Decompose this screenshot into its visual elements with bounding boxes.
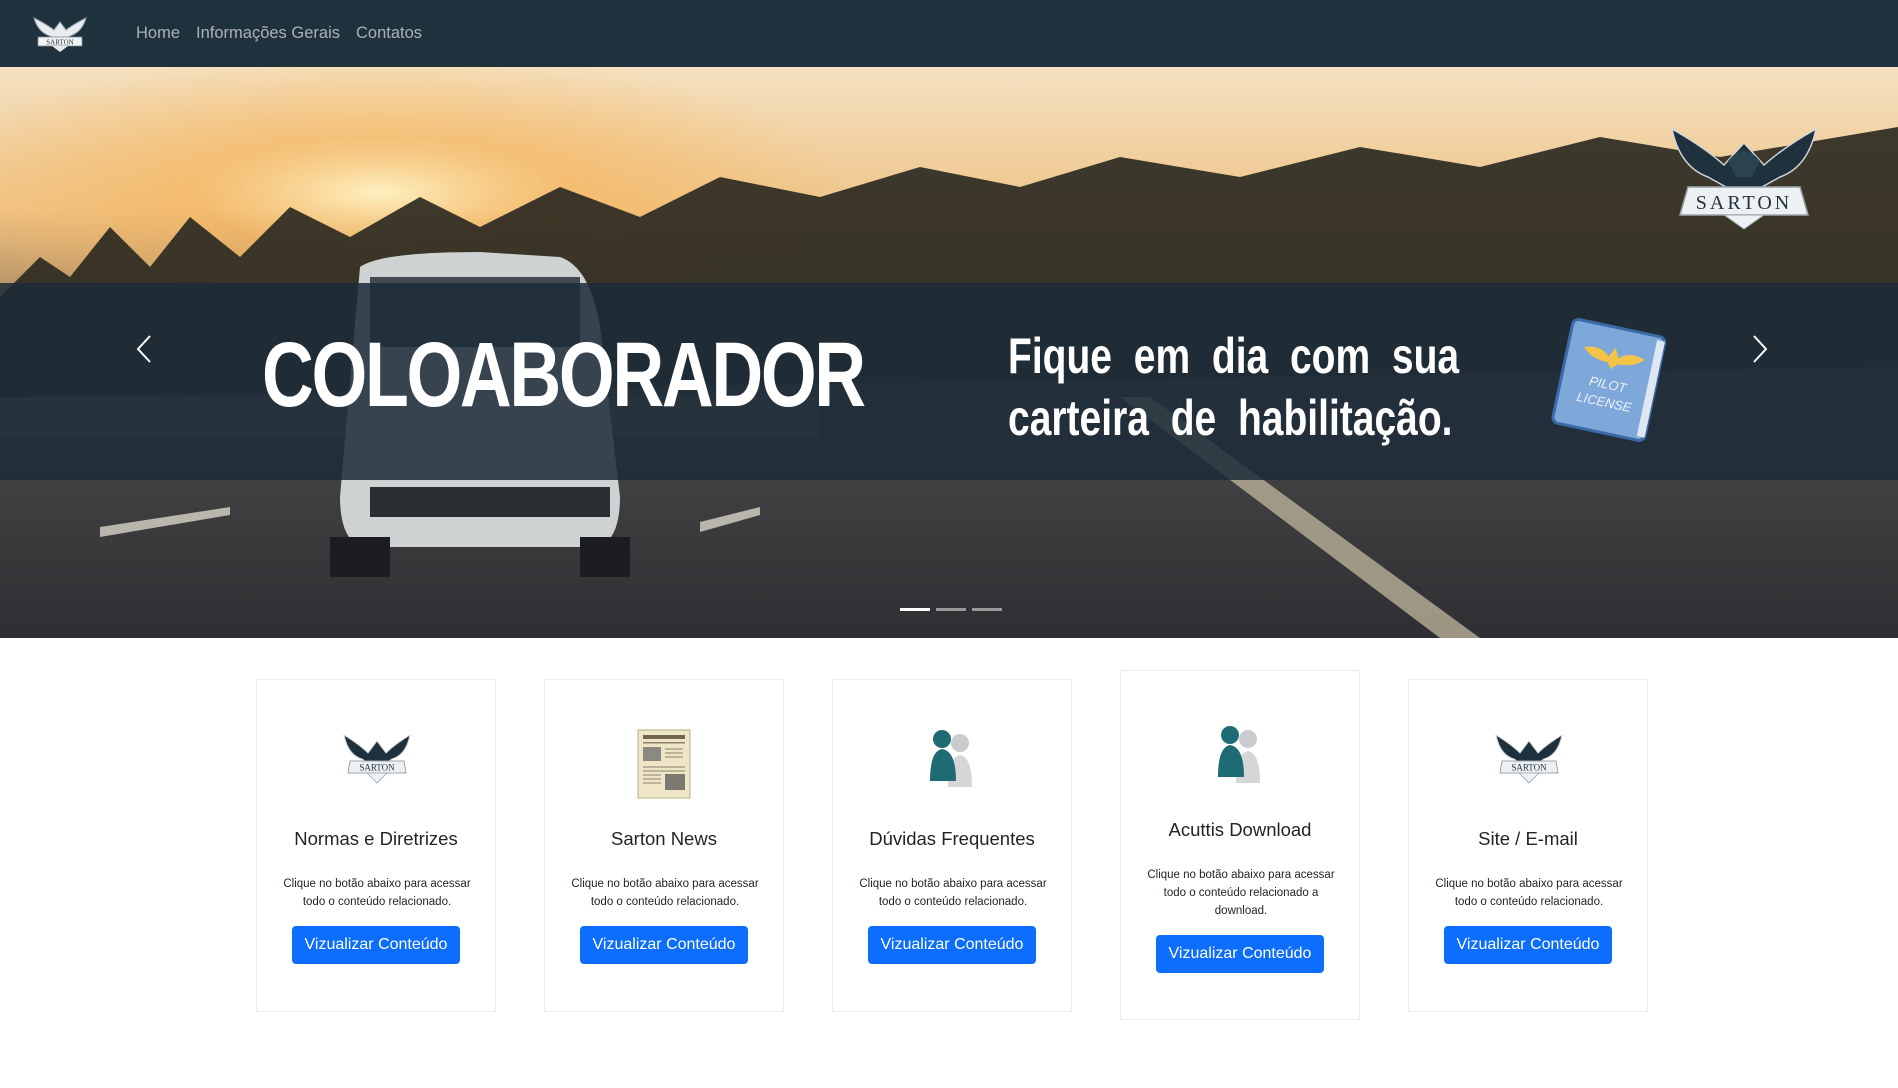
- newspaper-icon: [637, 729, 691, 799]
- card-title: Normas e Diretrizes: [294, 828, 458, 849]
- card-text-line: Clique no botão abaixo para acessar: [1147, 869, 1335, 881]
- view-content-button[interactable]: Vizualizar Conteúdo: [868, 926, 1036, 964]
- view-content-button[interactable]: Vizualizar Conteúdo: [580, 926, 748, 964]
- carousel-indicator-1[interactable]: [900, 608, 930, 611]
- carousel-indicator-3[interactable]: [972, 608, 1002, 611]
- carousel-indicator-2[interactable]: [936, 608, 966, 611]
- sarton-eagle-icon: SARTON: [1670, 127, 1818, 230]
- logo-lettering: SARTON: [46, 39, 73, 47]
- card-text-line: download.: [1214, 905, 1268, 917]
- card-duvidas-frequentes: Dúvidas Frequentes Clique no botão abaix…: [832, 679, 1072, 1012]
- card-text-line: todo o conteúdo relacionado.: [878, 896, 1028, 908]
- sarton-eagle-icon: SARTON: [1495, 733, 1563, 784]
- card-title: Sarton News: [611, 828, 717, 849]
- hero-logo-lettering: SARTON: [1696, 192, 1792, 214]
- sarton-eagle-icon: SARTON: [343, 733, 411, 784]
- hero-title: COLOABORADOR: [262, 324, 866, 426]
- card-text-line: todo o conteúdo relacionado.: [1454, 896, 1604, 908]
- carousel-next-button[interactable]: [1740, 329, 1780, 369]
- card-title: Site / E-mail: [1478, 828, 1578, 849]
- card-text: Clique no botão abaixo para acessar todo…: [1139, 866, 1343, 920]
- chevron-right-icon: [1753, 335, 1768, 363]
- carousel-indicators: [900, 608, 1002, 611]
- nav-link-home[interactable]: Home: [136, 24, 180, 43]
- hero-subtitle-line-1: Fique em dia com sua: [1008, 328, 1460, 384]
- nav-links: Home Informações Gerais Contatos: [136, 0, 422, 67]
- card-text: Clique no botão abaixo para acessar todo…: [1427, 875, 1631, 911]
- nav-link-informacoes-gerais[interactable]: Informações Gerais: [196, 24, 340, 43]
- card-normas-e-diretrizes: SARTON Normas e Diretrizes Clique no bot…: [256, 679, 496, 1012]
- people-icon: [930, 730, 972, 787]
- card-title: Acuttis Download: [1168, 819, 1312, 840]
- card-sarton-news: Sarton News Clique no botão abaixo para …: [544, 679, 784, 1012]
- hero-carousel: COLOABORADOR Fique em dia com sua cartei…: [0, 67, 1898, 638]
- card-logo-lettering: SARTON: [1511, 763, 1547, 773]
- pilot-license-book-icon: PILOT LICENSE: [1551, 317, 1667, 442]
- card-text: Clique no botão abaixo para acessar todo…: [275, 875, 479, 911]
- card-title: Dúvidas Frequentes: [869, 828, 1035, 849]
- top-navbar: SARTON Home Informações Gerais Contatos: [0, 0, 1898, 67]
- sarton-logo-icon[interactable]: SARTON: [30, 10, 90, 56]
- nav-link-contatos[interactable]: Contatos: [356, 24, 422, 43]
- hero-subtitle-line-2: carteira de habilitação.: [1008, 390, 1453, 446]
- chevron-left-icon: [136, 335, 151, 363]
- card-text-line: todo o conteúdo relacionado.: [302, 896, 452, 908]
- people-icon: [1218, 726, 1260, 783]
- card-logo-lettering: SARTON: [359, 763, 395, 773]
- card-text-line: todo o conteúdo relacionado a: [1163, 887, 1319, 899]
- carousel-prev-button[interactable]: [124, 329, 164, 369]
- hero-subtitle: Fique em dia com sua carteira de habilit…: [1008, 325, 1460, 449]
- view-content-button[interactable]: Vizualizar Conteúdo: [1444, 926, 1612, 964]
- view-content-button[interactable]: Vizualizar Conteúdo: [1156, 935, 1324, 973]
- view-content-button[interactable]: Vizualizar Conteúdo: [292, 926, 460, 964]
- card-site-e-mail: SARTON Site / E-mail Clique no botão aba…: [1408, 679, 1648, 1012]
- card-text-line: Clique no botão abaixo para acessar: [1435, 878, 1623, 890]
- card-text-line: Clique no botão abaixo para acessar: [571, 878, 759, 890]
- card-acuttis-download: Acuttis Download Clique no botão abaixo …: [1120, 670, 1360, 1020]
- card-text-line: Clique no botão abaixo para acessar: [283, 878, 471, 890]
- card-text: Clique no botão abaixo para acessar todo…: [851, 875, 1055, 911]
- card-text-line: Clique no botão abaixo para acessar: [859, 878, 1047, 890]
- card-text-line: todo o conteúdo relacionado.: [590, 896, 740, 908]
- card-text: Clique no botão abaixo para acessar todo…: [563, 875, 767, 911]
